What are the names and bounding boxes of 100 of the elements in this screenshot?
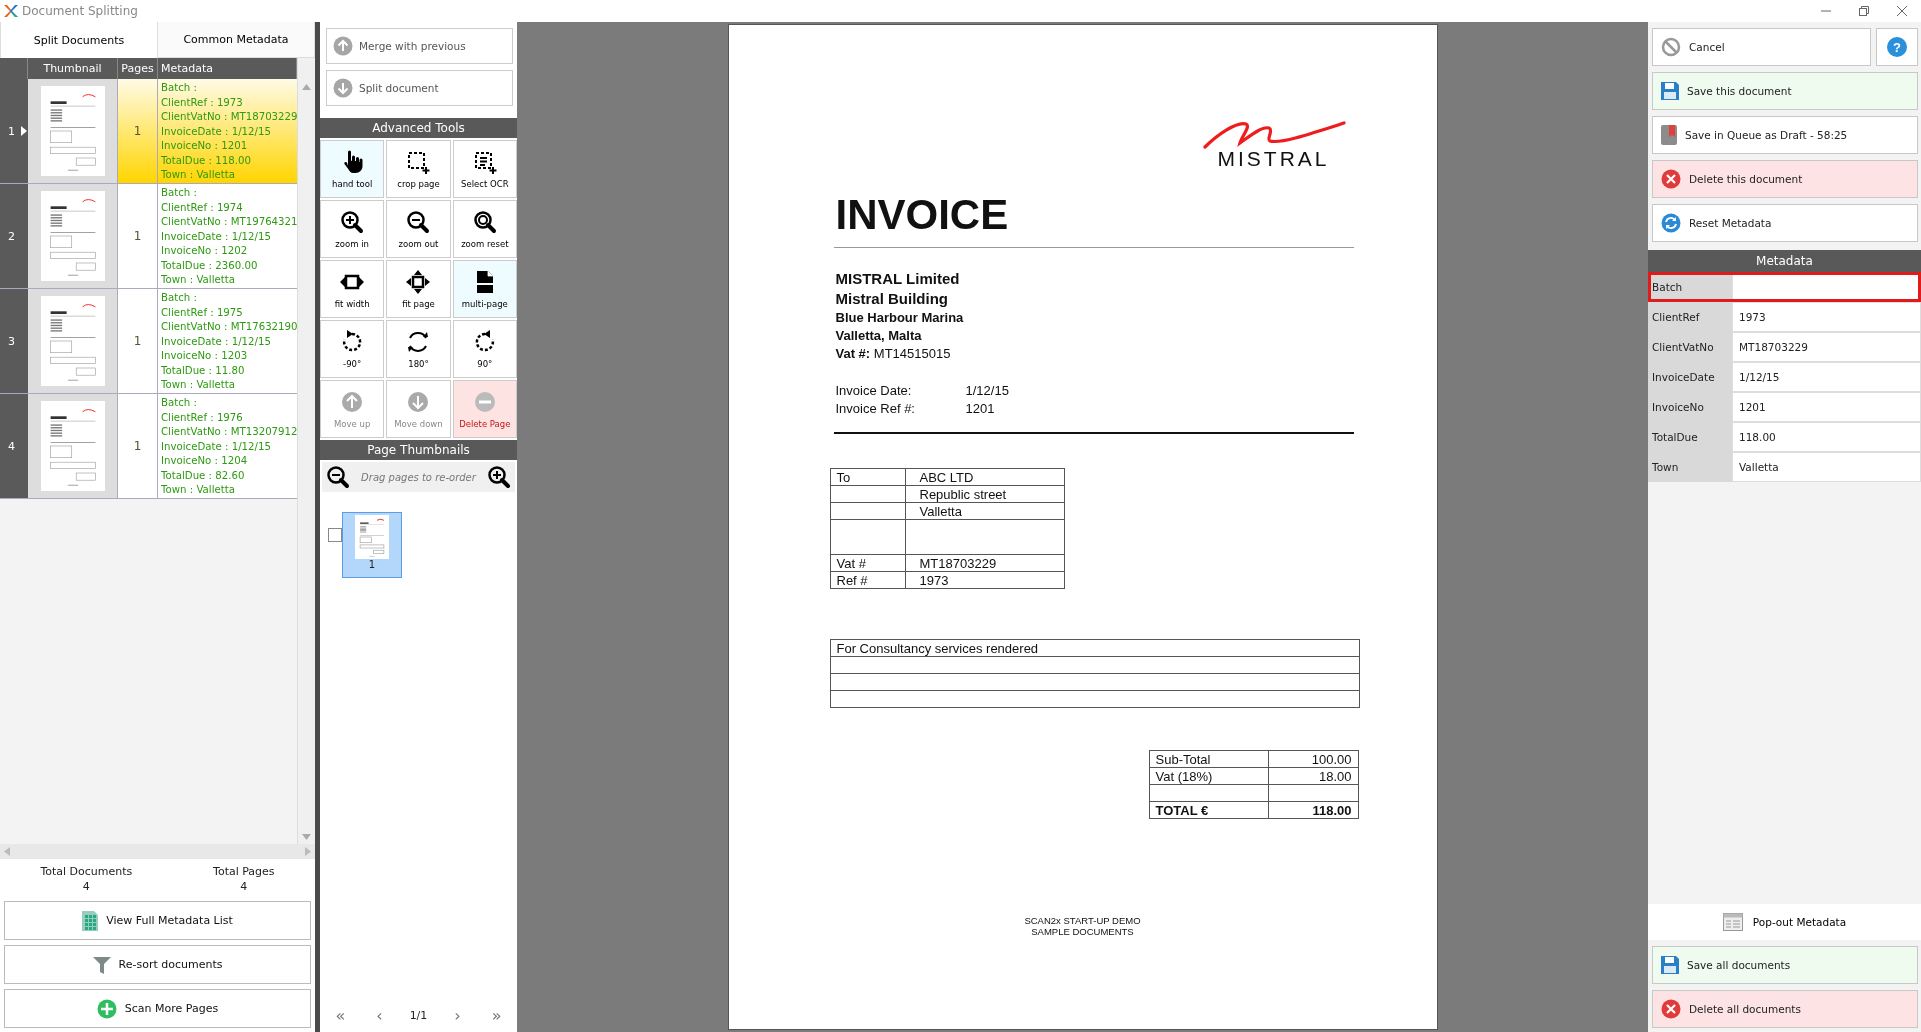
table-cell: 118.00 (1312, 802, 1352, 818)
action-button[interactable]: Scan More Pages (4, 989, 311, 1028)
action-button[interactable]: Save in Queue as Draft - 58:25 (1652, 116, 1918, 154)
scroll-left-icon[interactable] (4, 847, 10, 856)
total-value: 4 (240, 880, 248, 893)
detail-label: Invoice Date: (835, 383, 913, 398)
tool-button[interactable]: -90° (320, 320, 385, 378)
plus-icon (96, 998, 117, 1019)
row-number: 2 (0, 184, 28, 288)
pop-out-button[interactable]: Pop-out Metadata (1648, 904, 1921, 940)
last-page-button[interactable]: » (487, 1005, 506, 1025)
section-header: Advanced Tools (320, 118, 517, 138)
metadata-line: InvoiceDate : 1/12/15 (161, 335, 272, 347)
metadata-line: Town : Valletta (161, 274, 236, 285)
action-button[interactable]: View Full Metadata List (4, 901, 311, 940)
zoom-reset-icon (471, 209, 498, 235)
metadata-line: TotalDue : 82.60 (161, 469, 246, 481)
restore-icon[interactable] (1859, 6, 1869, 16)
action-button[interactable]: Save this document (1652, 72, 1918, 110)
company-detail: Mistral Building (835, 290, 949, 307)
tool-button[interactable]: Select OCR (452, 140, 517, 198)
zoom-out-icon (325, 464, 351, 490)
metadata-line: Batch : (161, 187, 198, 198)
tool-button[interactable]: fit width (320, 260, 385, 318)
swoosh-logo-icon (1201, 119, 1346, 151)
tool-button[interactable]: multi-page (452, 260, 517, 318)
first-page-button[interactable]: « (331, 1005, 350, 1025)
tool-button[interactable]: zoom in (320, 200, 385, 258)
metadata-line: InvoiceDate : 1/12/15 (161, 440, 272, 452)
invoice-title: INVOICE (835, 191, 1010, 239)
spreadsheet-icon (82, 910, 99, 931)
horizontal-scrollbar[interactable] (0, 844, 315, 859)
row-number: 1 (0, 79, 28, 183)
next-page-button[interactable]: › (450, 1005, 465, 1025)
close-circle-icon (1661, 169, 1681, 189)
tool-button[interactable]: fit page (386, 260, 451, 318)
tool-button[interactable]: zoom out (386, 200, 451, 258)
book-icon (1661, 125, 1677, 145)
metadata-line: Batch : (161, 397, 198, 408)
document-row[interactable]: 3 1 Batch : ClientRef : 1975 ClientVatNo : MT17632190 InvoiceDate : 1/12/15 InvoiceNo : 1203 TotalDue : 11.80 Town : Valletta (0, 289, 297, 394)
close-icon[interactable] (1897, 6, 1907, 16)
page-thumbnail-item[interactable]: 1 (342, 512, 402, 578)
table-cell: Sub-Total (1155, 751, 1211, 767)
close-circle-icon (1661, 999, 1681, 1019)
cancel-button[interactable]: Cancel (1652, 28, 1871, 66)
company-detail: Valletta, Malta (835, 328, 923, 343)
table-cell: 1 (118, 79, 158, 183)
action-button[interactable]: Save all documents (1652, 946, 1918, 984)
previous-page-button[interactable]: ‹ (372, 1005, 387, 1025)
table-cell: For Consultancy services rendered (836, 640, 1039, 656)
document-row[interactable]: 4 1 Batch : ClientRef : 1976 ClientVatNo : MT13207912 InvoiceDate : 1/12/15 InvoiceNo : 1204 TotalDue : 82.60 Town : Valletta (0, 394, 297, 499)
footer-text: SCAN2x START-UP DEMO (1024, 915, 1141, 926)
table-cell: 1 (118, 184, 158, 288)
metadata-line: InvoiceNo : 1203 (161, 350, 249, 361)
table-cell: 100.00 (1311, 751, 1352, 767)
tool-button[interactable]: zoom reset (452, 200, 517, 258)
metadata-line: ClientRef : 1973 (161, 96, 244, 108)
section-header: Page Thumbnails (320, 440, 517, 460)
metadata-line: InvoiceDate : 1/12/15 (161, 125, 272, 137)
tool-button[interactable]: 90° (452, 320, 517, 378)
detail-value: 1/12/15 (965, 383, 1010, 398)
row-number: 4 (0, 394, 28, 498)
metadata-line: ClientRef : 1976 (161, 411, 244, 423)
detail-value: 1201 (965, 401, 996, 416)
table-cell: Republic street (919, 486, 1007, 502)
tool-button[interactable]: 180° (386, 320, 451, 378)
scroll-up-icon[interactable] (302, 84, 311, 90)
metadata-line: InvoiceNo : 1204 (161, 455, 249, 466)
app-logo-icon (4, 4, 18, 18)
action-button[interactable]: Reset Metadata (1652, 204, 1918, 242)
document-row[interactable]: 1 1 Batch : ClientRef : 1973 ClientVatNo : MT18703229 InvoiceDate : 1/12/15 InvoiceNo : 1201 TotalDue : 118.00 Town : Valletta (0, 79, 297, 184)
document-row[interactable]: 2 1 Batch : ClientRef : 1974 ClientVatNo : MT19764321 InvoiceDate : 1/12/15 InvoiceNo : 1202 TotalDue : 2360.00 Town : Valletta (0, 184, 297, 289)
tool-button[interactable]: Delete Page (452, 380, 517, 438)
page-thumbnail (355, 515, 389, 559)
metadata-line: TotalDue : 118.00 (161, 154, 252, 166)
table-cell: To (836, 469, 851, 485)
metadata-line: TotalDue : 2360.00 (161, 259, 259, 271)
metadata-line: Batch : (161, 82, 198, 93)
page-indicator: 1/1 (409, 1008, 428, 1022)
total-value: 4 (82, 880, 90, 893)
filter-icon (92, 955, 111, 974)
zoom-in-icon (486, 464, 512, 490)
tab[interactable]: Split Documents (0, 22, 158, 58)
tool-button[interactable]: hand tool (320, 140, 385, 198)
scroll-right-icon[interactable] (305, 847, 311, 856)
tool-button[interactable]: crop page (386, 140, 451, 198)
table-cell: 18.00 (1318, 768, 1352, 784)
metadata-line: Town : Valletta (161, 484, 236, 495)
tab[interactable]: Common Metadata (158, 22, 315, 58)
action-button[interactable]: Merge with previous (326, 28, 513, 64)
metadata-line: TotalDue : 11.80 (161, 364, 246, 376)
section-header: Metadata (1648, 250, 1921, 272)
action-button[interactable]: Delete this document (1652, 160, 1918, 198)
scroll-down-icon[interactable] (302, 834, 311, 840)
action-button[interactable]: Delete all documents (1652, 990, 1918, 1028)
action-button[interactable]: Re-sort documents (4, 945, 311, 984)
page-checkbox[interactable] (328, 528, 342, 542)
refresh-icon (1661, 213, 1681, 233)
action-button[interactable]: Split document (326, 70, 513, 106)
table-cell: TOTAL € (1155, 802, 1209, 818)
